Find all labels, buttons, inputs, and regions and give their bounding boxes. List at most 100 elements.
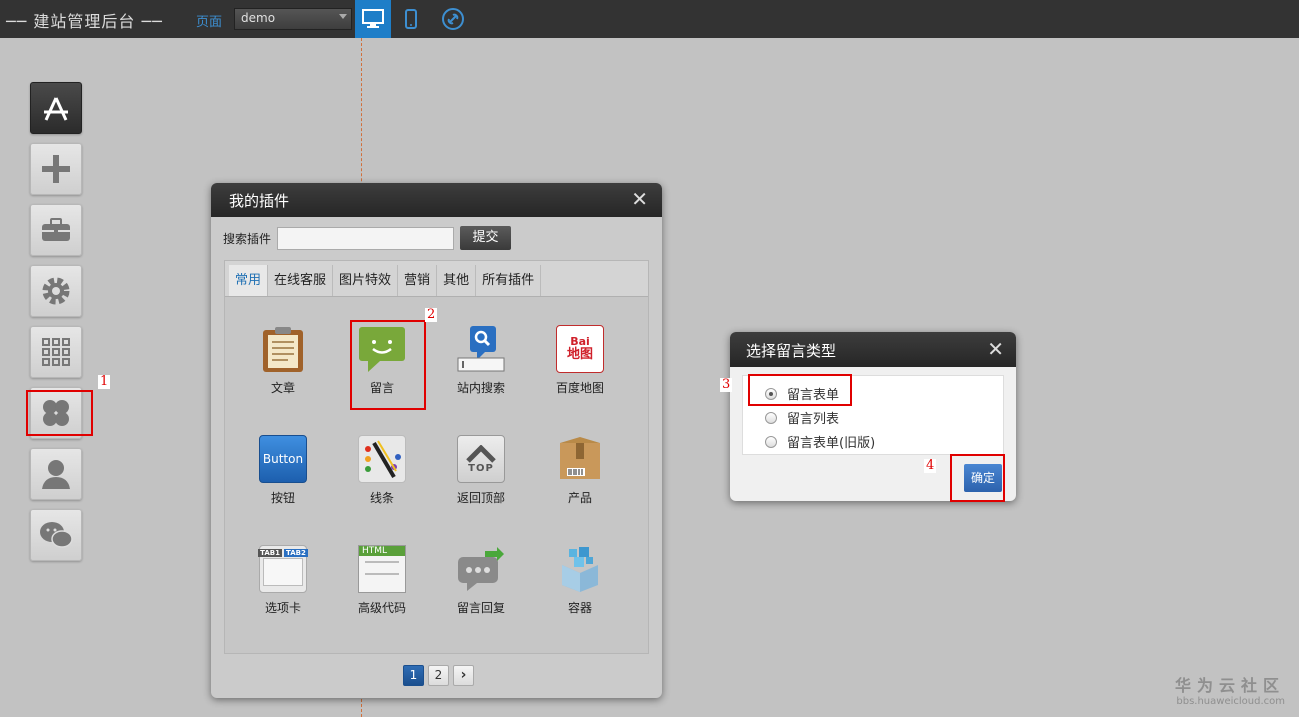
plugin-item-label: 线条 — [369, 491, 394, 505]
plugin-item-product[interactable]: 产品 — [545, 435, 615, 506]
plugin-panel: 我的插件 ✕ 搜索插件 提交 常用 在线客服 图片特效 营销 其他 所有插件 文… — [211, 183, 662, 698]
sidebar-grid-button[interactable] — [30, 326, 82, 378]
submit-button[interactable]: 提交 — [460, 226, 512, 250]
plugin-item-article[interactable]: 文章 — [248, 325, 318, 396]
chevron-down-icon — [339, 14, 347, 19]
sidebar-user-button[interactable] — [30, 448, 82, 500]
watermark-title: 华为云社区 — [1174, 676, 1285, 695]
gear-icon — [42, 277, 70, 305]
highlight-box-3 — [748, 374, 852, 406]
top-logo-text: TOP — [468, 462, 494, 474]
annotation-number-3: 3 — [720, 377, 733, 392]
plugin-item-label: 按钮 — [270, 491, 295, 505]
plugin-tab-bar: 常用 在线客服 图片特效 营销 其他 所有插件 — [225, 261, 648, 297]
plugin-item-label: 选项卡 — [264, 601, 301, 615]
plugin-item-button[interactable]: Button 按钮 — [248, 435, 318, 506]
toolbox-icon — [42, 218, 70, 241]
tab-marketing[interactable]: 营销 — [398, 265, 438, 296]
tab2-text: TAB2 — [284, 549, 308, 557]
app-store-icon — [44, 97, 68, 121]
dialog-header: 选择留言类型 ✕ — [730, 332, 1016, 367]
plugin-item-message-reply[interactable]: 留言回复 — [446, 545, 516, 616]
plus-icon — [42, 155, 70, 183]
product-icon — [556, 435, 604, 483]
annotation-number-1: 1 — [98, 374, 111, 389]
top-bar: ── 建站管理后台 ── 页面 demo — [0, 0, 1299, 38]
html-code-icon: HTML — [358, 545, 406, 593]
plugin-item-baidu-map[interactable]: Bai 地图 百度地图 — [545, 325, 615, 396]
article-icon — [259, 325, 307, 373]
watermark-url: bbs.huaweicloud.com — [1176, 696, 1285, 707]
plugin-search-input[interactable] — [277, 226, 455, 250]
grid-icon — [42, 338, 70, 366]
plugin-item-label: 高级代码 — [357, 601, 406, 615]
plugin-item-container[interactable]: 容器 — [545, 545, 615, 616]
highlight-box-2 — [350, 320, 426, 410]
back-to-top-icon: TOP — [457, 435, 505, 483]
button-icon: Button — [259, 435, 307, 483]
mobile-view-button[interactable] — [393, 0, 429, 38]
baidu-map-icon: Bai 地图 — [556, 325, 604, 373]
page-label: 页面 — [196, 15, 223, 30]
watermark: 华为云社区 bbs.huaweicloud.com — [1175, 672, 1285, 707]
tab-image-effects[interactable]: 图片特效 — [333, 265, 399, 296]
sidebar-toolbox-button[interactable] — [30, 204, 82, 256]
desktop-view-button[interactable] — [355, 0, 391, 38]
link-view-button[interactable] — [435, 0, 471, 38]
mobile-icon — [405, 9, 417, 29]
pagination: 1 2 › — [211, 665, 662, 686]
plugin-item-back-to-top[interactable]: TOP 返回顶部 — [446, 435, 516, 506]
plugin-item-label: 容器 — [567, 601, 592, 615]
annotation-number-2: 2 — [425, 307, 438, 322]
close-icon[interactable]: ✕ — [631, 189, 648, 209]
option-label: 留言表单(旧版) — [787, 436, 876, 451]
container-icon — [556, 545, 604, 593]
tab-online-service[interactable]: 在线客服 — [268, 265, 334, 296]
plugin-item-site-search[interactable]: 站内搜索 — [446, 325, 516, 396]
plugin-item-label: 站内搜索 — [456, 381, 505, 395]
html-logo-text: HTML — [359, 546, 405, 556]
wechat-icon — [40, 522, 73, 548]
sidebar-wechat-button[interactable] — [30, 509, 82, 561]
message-reply-icon — [457, 545, 505, 593]
page-2-button[interactable]: 2 — [428, 665, 449, 686]
brand-title: ── 建站管理后台 ── — [6, 12, 163, 31]
user-icon — [42, 460, 70, 489]
tab-all-plugins[interactable]: 所有插件 — [476, 265, 542, 296]
page-select[interactable]: demo — [234, 8, 352, 30]
radio-icon[interactable] — [765, 435, 777, 448]
sidebar-settings-button[interactable] — [30, 265, 82, 317]
close-icon[interactable]: ✕ — [987, 339, 1004, 359]
option-message-form-legacy[interactable]: 留言表单(旧版) — [765, 432, 875, 451]
search-label: 搜索插件 — [223, 231, 272, 246]
plugin-item-line[interactable]: 线条 — [347, 435, 417, 506]
plugin-item-tab-card[interactable]: TAB1 TAB2 选项卡 — [248, 545, 318, 616]
plugin-search-row: 搜索插件 提交 — [223, 226, 512, 250]
option-label: 留言列表 — [787, 412, 840, 427]
tab-card-icon: TAB1 TAB2 — [258, 545, 308, 593]
plugin-item-label: 返回顶部 — [456, 491, 505, 505]
page-select-value: demo — [241, 11, 276, 25]
tab-other[interactable]: 其他 — [437, 265, 477, 296]
plugin-item-html-code[interactable]: HTML 高级代码 — [347, 545, 417, 616]
annotation-number-4: 4 — [924, 458, 937, 473]
desktop-icon — [362, 9, 384, 28]
plugin-panel-title: 我的插件 — [229, 192, 290, 210]
sidebar-add-button[interactable] — [30, 143, 82, 195]
map-logo-text: 地图 — [566, 346, 593, 362]
tab-common[interactable]: 常用 — [229, 265, 269, 296]
plugin-item-label: 百度地图 — [555, 381, 604, 395]
sidebar-app-store-button[interactable] — [30, 82, 82, 134]
radio-icon[interactable] — [765, 411, 777, 424]
plugin-item-label: 产品 — [567, 491, 592, 505]
highlight-box-1 — [26, 390, 93, 436]
plugin-item-label: 文章 — [270, 381, 295, 395]
link-icon — [442, 8, 464, 30]
next-page-button[interactable]: › — [453, 665, 474, 686]
tab1-text: TAB1 — [258, 549, 282, 557]
plugin-panel-header: 我的插件 ✕ — [211, 183, 662, 217]
highlight-box-4 — [950, 454, 1005, 502]
page-1-button[interactable]: 1 — [403, 665, 424, 686]
option-message-list[interactable]: 留言列表 — [765, 408, 839, 427]
site-search-icon — [457, 325, 505, 373]
